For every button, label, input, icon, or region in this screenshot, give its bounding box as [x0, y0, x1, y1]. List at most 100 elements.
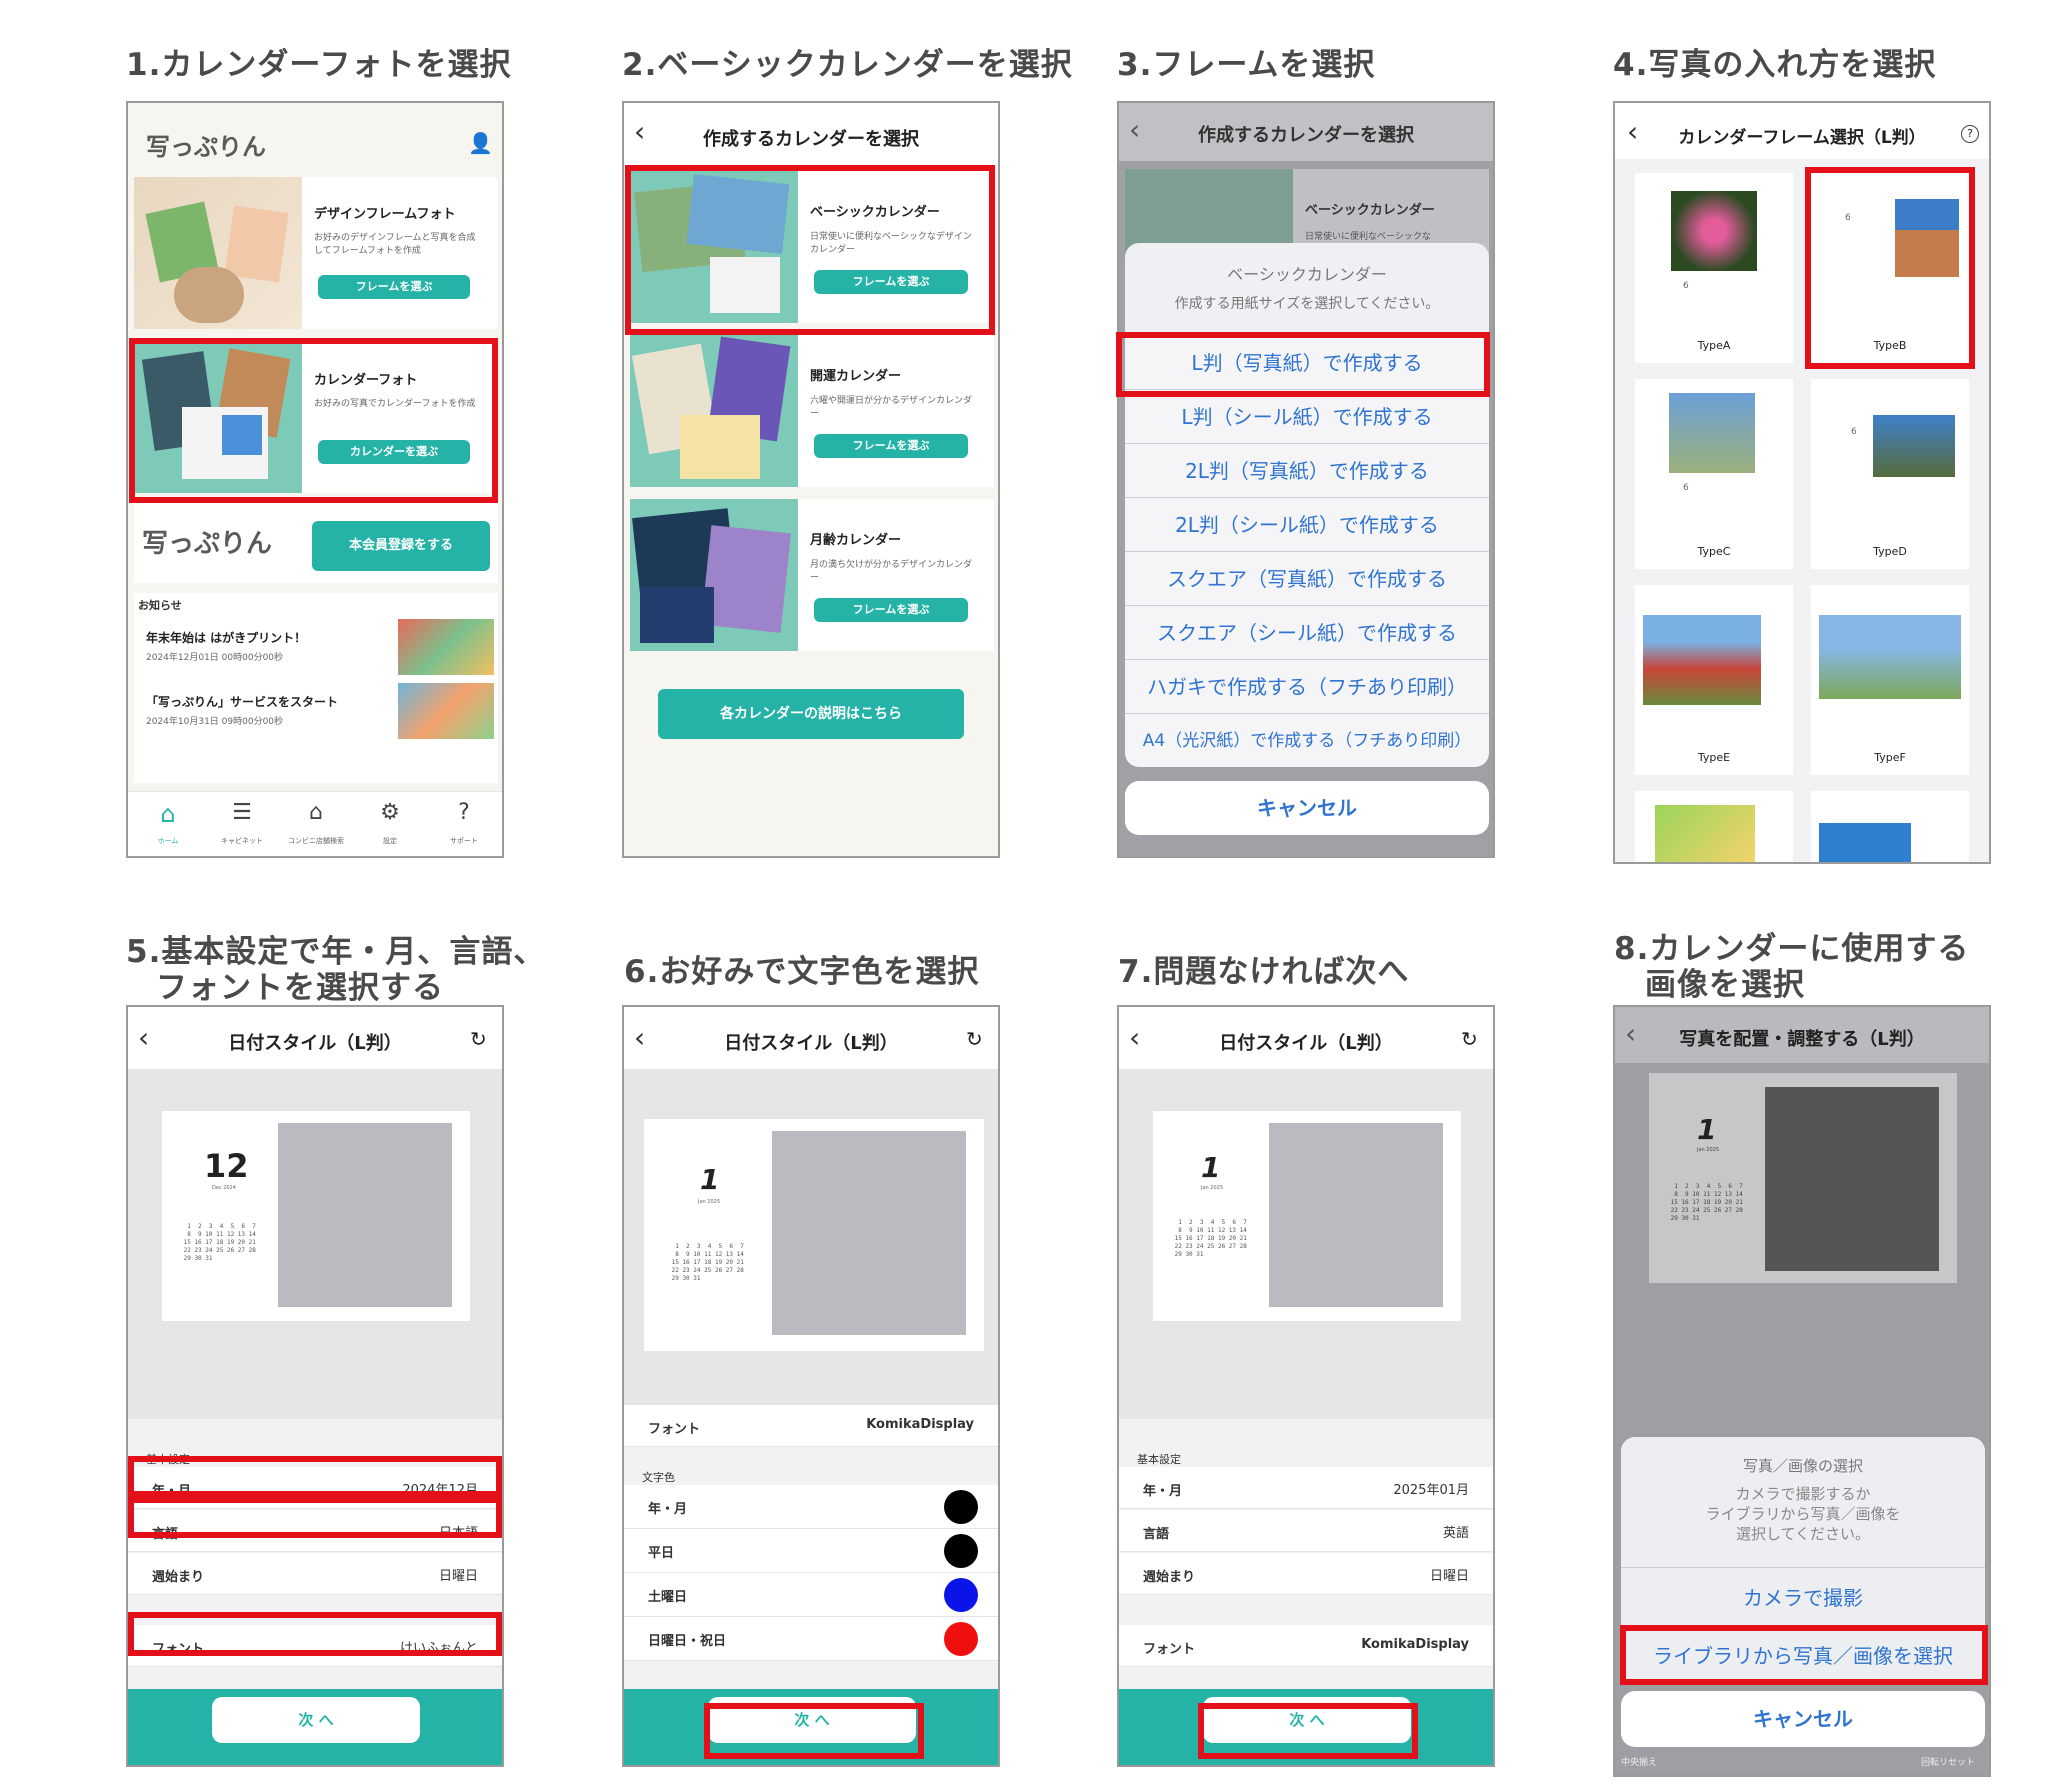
- rotate-reset-label[interactable]: 回転リセット: [1921, 1755, 1975, 1768]
- photo-placeholder: [1765, 1087, 1939, 1271]
- page-title: 写真を配置・調整する（L判）: [1679, 1029, 1925, 1050]
- tab-home-label: ホーム: [157, 837, 179, 845]
- type-g-card[interactable]: [1635, 791, 1793, 862]
- center-align-label[interactable]: 中央揃え: [1621, 1755, 1657, 1768]
- cancel-button[interactable]: キャンセル: [1125, 781, 1489, 835]
- cabinet-icon[interactable]: ☰: [224, 800, 260, 825]
- preview-grid: 1 2 3 4 5 6 7 8 9 10 11 12 13 14 15 16 1…: [1174, 1219, 1247, 1258]
- help-icon[interactable]: ?: [1961, 125, 1979, 143]
- font-row[interactable]: フォント KomikaDisplay: [624, 1405, 998, 1447]
- home-icon[interactable]: ⌂: [150, 800, 186, 828]
- year-month-row[interactable]: 年・月 2025年01月: [1119, 1467, 1493, 1509]
- type-a-photo: [1671, 191, 1757, 271]
- type-f-card[interactable]: TypeF: [1811, 585, 1969, 775]
- color-swatch[interactable]: [944, 1490, 978, 1524]
- photo-placeholder: [278, 1123, 452, 1307]
- next-button[interactable]: 次 へ: [212, 1697, 420, 1743]
- design-frame-desc: お好みのデザインフレームと写真を合成してフレームフォトを作成: [314, 233, 476, 256]
- highlight-language: [128, 1497, 502, 1538]
- language-row[interactable]: 言語 英語: [1119, 1510, 1493, 1552]
- news-item[interactable]: 「写っぷりん」サービスをスタート 2024年10月31日 09時00分00秒: [146, 693, 338, 727]
- preview-grid: 1 2 3 4 5 6 7 8 9 10 11 12 13 14 15 16 1…: [1670, 1183, 1743, 1222]
- color-row[interactable]: 日曜日・祝日: [624, 1617, 998, 1661]
- type-c-card[interactable]: 6 TypeC: [1635, 379, 1793, 569]
- step-5-title: 5.基本設定で年・月、言語、: [126, 934, 546, 970]
- square-sticker-option[interactable]: スクエア（シール紙）で作成する: [1125, 605, 1489, 659]
- news-thumb: [398, 683, 494, 739]
- color-swatch[interactable]: [944, 1622, 978, 1656]
- highlight-l-photo: [1116, 332, 1490, 397]
- week-start-row[interactable]: 週始まり 日曜日: [128, 1553, 502, 1595]
- type-c-month: 6: [1683, 483, 1689, 493]
- user-icon[interactable]: 👤: [468, 131, 493, 155]
- 2l-sticker-option[interactable]: 2L判（シール紙）で作成する: [1125, 497, 1489, 551]
- color-row[interactable]: 平日: [624, 1529, 998, 1573]
- register-banner: 写っぷりん 本会員登録をする: [134, 503, 498, 583]
- cancel-button[interactable]: キャンセル: [1621, 1691, 1985, 1747]
- nav-bar: ‹ 作成するカレンダーを選択: [1119, 103, 1493, 161]
- select-frame-button[interactable]: フレームを選ぶ: [318, 275, 470, 299]
- color-row[interactable]: 年・月: [624, 1485, 998, 1529]
- type-c-label: TypeC: [1697, 545, 1731, 558]
- l-sticker-option[interactable]: L判（シール紙）で作成する: [1125, 389, 1489, 443]
- color-row[interactable]: 土曜日: [624, 1573, 998, 1617]
- news-label: お知らせ: [138, 599, 182, 612]
- reset-icon[interactable]: ↻: [470, 1027, 487, 1051]
- 2l-photo-option[interactable]: 2L判（写真紙）で作成する: [1125, 443, 1489, 497]
- step-4-title: 4.写真の入れ方を選択: [1613, 47, 1937, 83]
- type-a-card[interactable]: 6 TypeA: [1635, 173, 1793, 363]
- week-start-row[interactable]: 週始まり 日曜日: [1119, 1553, 1493, 1595]
- color-swatch[interactable]: [944, 1534, 978, 1568]
- step-1-title: 1.カレンダーフォトを選択: [126, 47, 512, 83]
- type-e-photo: [1643, 615, 1761, 705]
- type-d-photo: [1873, 415, 1955, 477]
- color-swatch[interactable]: [944, 1578, 978, 1612]
- tab-cabinet-label: キャビネット: [221, 837, 263, 845]
- highlight-type-b: [1805, 167, 1975, 369]
- type-c-photo: [1669, 393, 1755, 473]
- moon-frame-button[interactable]: フレームを選ぶ: [814, 598, 968, 622]
- reset-icon[interactable]: ↻: [1461, 1027, 1478, 1051]
- news-date: 2024年12月01日 00時00分00秒: [146, 653, 284, 663]
- font-row[interactable]: フォント KomikaDisplay: [1119, 1625, 1493, 1667]
- lucky-frame-button[interactable]: フレームを選ぶ: [814, 434, 968, 458]
- moon-calendar-card[interactable]: 月齢カレンダー 月の満ち欠けが分かるデザインカレンダー フレームを選ぶ: [630, 499, 994, 651]
- type-f-label: TypeF: [1874, 751, 1906, 764]
- postcard-option[interactable]: ハガキで作成する（フチあり印刷）: [1125, 659, 1489, 713]
- a4-option[interactable]: A4（光沢紙）で作成する（フチあり印刷）: [1125, 713, 1489, 767]
- design-frame-card: デザインフレームフォト お好みのデザインフレームと写真を合成してフレームフォトを…: [134, 177, 498, 329]
- nav-bar: ‹ 日付スタイル（L判） ↻: [128, 1007, 502, 1069]
- calendar-explain-button[interactable]: 各カレンダーの説明はこちら: [658, 689, 964, 739]
- row-value: KomikaDisplay: [1361, 1637, 1469, 1652]
- news-item[interactable]: 年末年始は はがきプリント！ 2024年12月01日 00時00分00秒: [146, 629, 306, 663]
- reset-icon[interactable]: ↻: [966, 1027, 983, 1051]
- preview-day: 12: [204, 1147, 249, 1185]
- calendar-preview: 1 Jan 2025 1 2 3 4 5 6 7 8 9 10 11 12 13…: [644, 1119, 984, 1351]
- highlight-year-month: [128, 1456, 502, 1497]
- lucky-calendar-card[interactable]: 開運カレンダー 六曜や開運日が分かるデザインカレンダー フレームを選ぶ: [630, 335, 994, 487]
- preview-grid: 1 2 3 4 5 6 7 8 9 10 11 12 13 14 15 16 1…: [671, 1243, 744, 1282]
- type-d-card[interactable]: 6 TypeD: [1811, 379, 1969, 569]
- type-e-label: TypeE: [1697, 751, 1731, 764]
- phone-size-select: ‹ 作成するカレンダーを選択 ベーシックカレンダー 日常使いに便利なベーシックな…: [1117, 101, 1495, 858]
- tab-support-label: サポート: [450, 837, 478, 845]
- store-icon[interactable]: ⌂: [298, 800, 334, 825]
- gear-icon[interactable]: ⚙: [372, 800, 408, 825]
- row-label: 週始まり: [1143, 1570, 1196, 1585]
- help-icon[interactable]: ?: [446, 800, 482, 825]
- type-a-label: TypeA: [1697, 339, 1731, 352]
- preview-day: 1: [1697, 1113, 1717, 1146]
- page-title: 作成するカレンダーを選択: [703, 129, 919, 150]
- preview-day: 1: [700, 1163, 720, 1196]
- register-button[interactable]: 本会員登録をする: [312, 521, 490, 571]
- type-a-month: 6: [1683, 281, 1689, 291]
- highlight-font: [128, 1612, 502, 1656]
- nav-bar: ‹ カレンダーフレーム選択（L判） ?: [1615, 103, 1989, 157]
- phone-text-color: ‹ 日付スタイル（L判） ↻ 1 Jan 2025 1 2 3 4 5 6 7 …: [622, 1005, 1000, 1767]
- square-photo-option[interactable]: スクエア（写真紙）で作成する: [1125, 551, 1489, 605]
- design-frame-thumb: [134, 177, 302, 329]
- type-e-card[interactable]: TypeE: [1635, 585, 1793, 775]
- camera-option[interactable]: カメラで撮影: [1621, 1567, 1985, 1627]
- nav-bar: ‹ 写真を配置・調整する（L判）: [1615, 1007, 1989, 1063]
- type-h-card[interactable]: [1811, 791, 1969, 862]
